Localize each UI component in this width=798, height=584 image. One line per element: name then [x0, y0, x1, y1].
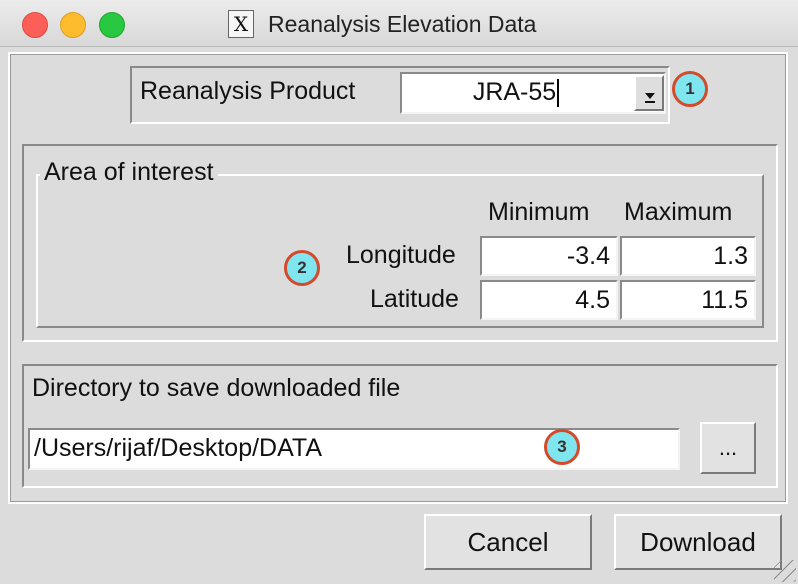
product-label: Reanalysis Product — [140, 77, 356, 105]
latitude-max-value: 11.5 — [701, 286, 748, 314]
minimize-window-button[interactable] — [60, 12, 86, 38]
directory-value: /Users/rijaf/Desktop/DATA — [34, 434, 323, 462]
x11-icon: X — [228, 10, 254, 38]
download-button[interactable]: Download — [614, 514, 782, 570]
latitude-label: Latitude — [370, 285, 459, 313]
main-panel: Reanalysis Product JRA-55 1 Area of inte… — [8, 52, 788, 504]
zoom-window-button[interactable] — [99, 12, 125, 38]
browse-directory-button[interactable]: ... — [700, 422, 756, 474]
title-bar[interactable]: X Reanalysis Elevation Data — [0, 0, 798, 47]
callout-badge-2: 2 — [284, 250, 320, 286]
close-window-button[interactable] — [22, 12, 48, 38]
directory-section: Directory to save downloaded file /Users… — [22, 364, 778, 488]
longitude-min-input[interactable]: -3.4 — [480, 236, 618, 276]
text-caret — [557, 79, 560, 108]
cancel-button[interactable]: Cancel — [424, 514, 592, 570]
product-value: JRA-55 — [472, 78, 557, 106]
longitude-min-value: -3.4 — [566, 242, 610, 270]
longitude-label: Longitude — [346, 241, 456, 269]
longitude-max-value: 1.3 — [713, 242, 748, 270]
directory-label: Directory to save downloaded file — [32, 374, 401, 402]
area-section: Area of interest Minimum Maximum Longitu… — [22, 144, 778, 342]
dropdown-bar-icon — [645, 101, 655, 103]
minimum-header: Minimum — [488, 198, 590, 226]
callout-badge-3: 3 — [544, 429, 580, 465]
product-frame: Reanalysis Product JRA-55 — [130, 66, 670, 124]
maximum-header: Maximum — [624, 198, 733, 226]
resize-grip-icon[interactable] — [774, 560, 796, 582]
product-combobox[interactable]: JRA-55 — [400, 72, 666, 114]
chevron-down-icon — [645, 93, 655, 99]
latitude-max-input[interactable]: 11.5 — [620, 280, 756, 320]
callout-badge-1: 1 — [672, 71, 708, 107]
title-group: X Reanalysis Elevation Data — [228, 10, 536, 38]
latitude-min-value: 4.5 — [575, 286, 610, 314]
product-dropdown-button[interactable] — [634, 75, 664, 111]
latitude-min-input[interactable]: 4.5 — [480, 280, 618, 320]
directory-input[interactable]: /Users/rijaf/Desktop/DATA — [28, 428, 680, 470]
window-title: Reanalysis Elevation Data — [268, 10, 537, 37]
area-legend: Area of interest — [40, 158, 218, 187]
longitude-max-input[interactable]: 1.3 — [620, 236, 756, 276]
